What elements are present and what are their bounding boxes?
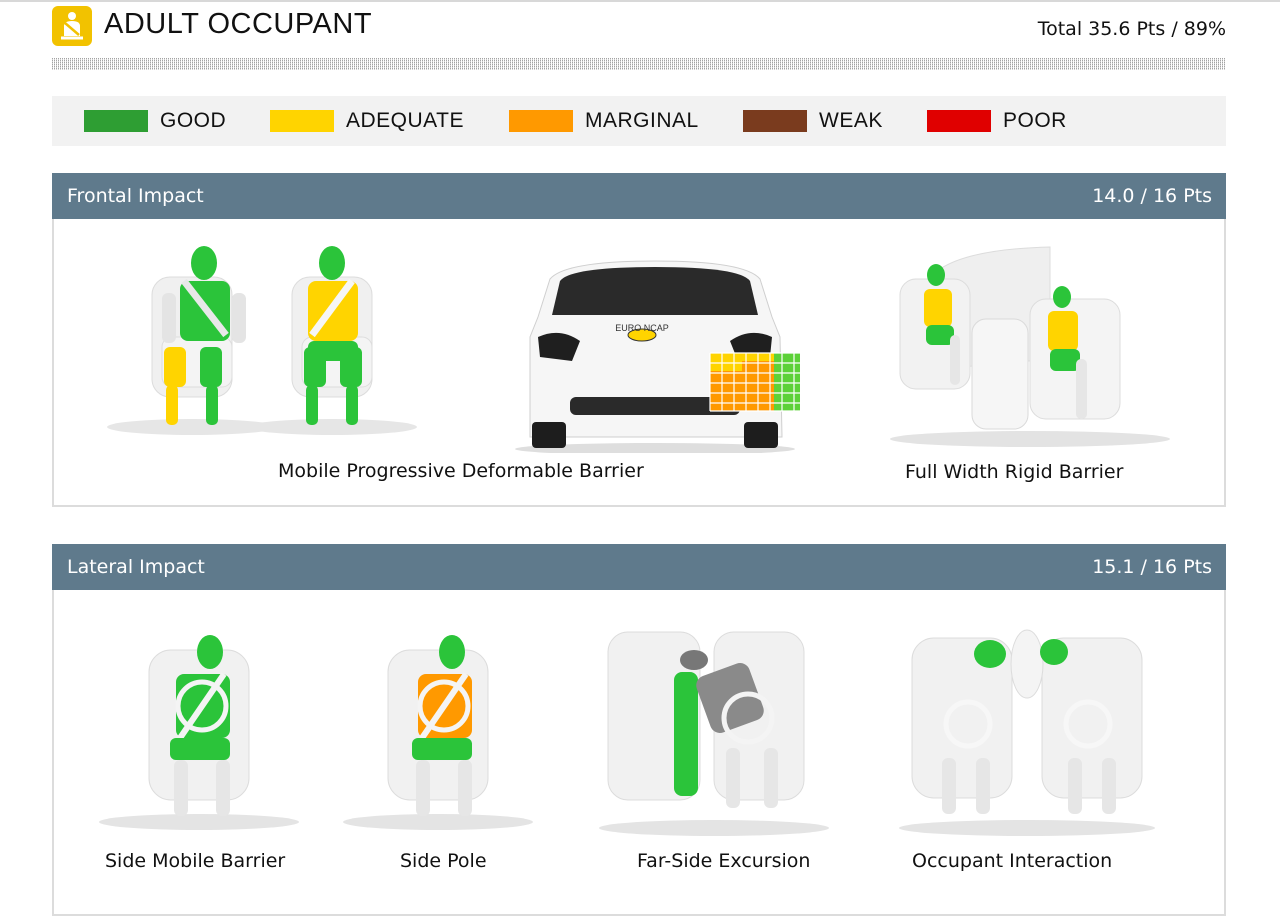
legend-label: ADEQUATE xyxy=(346,109,464,132)
section-points: 15.1 / 16 Pts xyxy=(1092,556,1212,578)
test-label-side-pole: Side Pole xyxy=(400,850,487,872)
legend-item-adequate: ADEQUATE xyxy=(270,96,464,146)
rating-legend: GOOD ADEQUATE MARGINAL WEAK POOR xyxy=(52,96,1226,146)
section-title: Lateral Impact xyxy=(67,556,205,578)
page-header: ADULT OCCUPANT Total 35.6 Pts / 89% xyxy=(52,6,1226,52)
car-front-illustration: EURO NCAP xyxy=(515,260,800,453)
side-mobile-barrier-illustration xyxy=(99,635,299,830)
page-title: ADULT OCCUPANT xyxy=(104,8,373,40)
top-divider xyxy=(0,0,1280,2)
test-label-occupant-interaction: Occupant Interaction xyxy=(912,850,1113,872)
seatbelt-occupant-icon xyxy=(52,6,92,46)
test-label-fwrb: Full Width Rigid Barrier xyxy=(905,461,1124,483)
test-label-far-side-excursion: Far-Side Excursion xyxy=(637,850,811,872)
legend-swatch-marginal xyxy=(509,110,573,132)
legend-item-weak: WEAK xyxy=(743,96,883,146)
section-title: Frontal Impact xyxy=(67,185,204,207)
car-logo-text: EURO NCAP xyxy=(615,323,669,333)
full-width-barrier-illustration xyxy=(890,246,1170,447)
passenger-dummy-illustration xyxy=(247,246,417,435)
legend-swatch-adequate xyxy=(270,110,334,132)
legend-item-good: GOOD xyxy=(84,96,226,146)
legend-item-marginal: MARGINAL xyxy=(509,96,699,146)
total-score: Total 35.6 Pts / 89% xyxy=(1037,18,1226,40)
legend-swatch-poor xyxy=(927,110,991,132)
legend-label: POOR xyxy=(1003,109,1067,132)
legend-swatch-good xyxy=(84,110,148,132)
far-side-excursion-illustration xyxy=(599,631,829,836)
lateral-impact-header: Lateral Impact 15.1 / 16 Pts xyxy=(52,544,1226,590)
legend-label: GOOD xyxy=(160,109,227,132)
legend-swatch-weak xyxy=(743,110,807,132)
header-divider xyxy=(52,58,1226,70)
frontal-impact-section: Frontal Impact 14.0 / 16 Pts EURO NCAP M… xyxy=(52,173,1226,507)
legend-item-poor: POOR xyxy=(927,96,1067,146)
lateral-impact-section: Lateral Impact 15.1 / 16 Pts Side Mobile… xyxy=(52,544,1226,916)
side-pole-illustration xyxy=(343,635,533,830)
test-label-mpdb: Mobile Progressive Deformable Barrier xyxy=(278,460,644,482)
test-label-side-mobile-barrier: Side Mobile Barrier xyxy=(105,850,286,872)
legend-label: MARGINAL xyxy=(585,109,699,132)
occupant-interaction-illustration xyxy=(899,629,1155,836)
section-points: 14.0 / 16 Pts xyxy=(1092,185,1212,207)
legend-label: WEAK xyxy=(819,109,883,132)
frontal-impact-header: Frontal Impact 14.0 / 16 Pts xyxy=(52,173,1226,219)
